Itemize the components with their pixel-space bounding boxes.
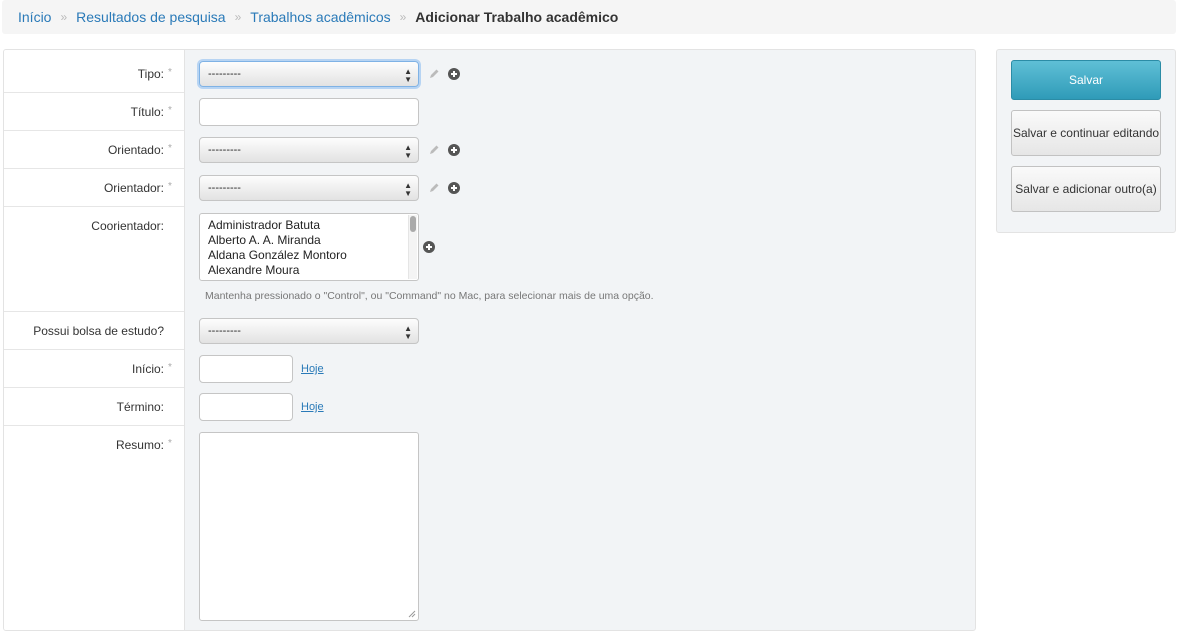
- add-plus-icon[interactable]: [423, 241, 435, 253]
- label-column: [4, 50, 185, 630]
- select-arrows-icon: ▲ ▼: [404, 143, 412, 160]
- required-mark: *: [168, 362, 172, 373]
- row-divider: [4, 206, 184, 207]
- edit-pencil-icon[interactable]: [428, 144, 440, 156]
- orientado-select-value: ---------: [208, 144, 241, 156]
- tipo-select[interactable]: --------- ▲ ▼: [199, 61, 419, 87]
- termino-date-input[interactable]: [199, 393, 293, 421]
- scrollbar-thumb[interactable]: [410, 216, 416, 232]
- required-mark: *: [168, 143, 172, 154]
- termino-today-link[interactable]: Hoje: [301, 401, 324, 413]
- coorientador-option[interactable]: Alexandre Moura: [208, 263, 418, 278]
- breadcrumb-separator: »: [60, 10, 68, 24]
- form-panel: Tipo: * --------- ▲ ▼ Título: * Orientado…: [3, 49, 976, 631]
- breadcrumb-search-results-link[interactable]: Resultados de pesquisa: [76, 9, 225, 25]
- select-arrows-icon: ▲ ▼: [404, 324, 412, 341]
- titulo-input[interactable]: [199, 98, 419, 126]
- row-divider: [4, 311, 184, 312]
- required-mark: *: [168, 67, 172, 78]
- row-divider: [4, 168, 184, 169]
- titulo-label: Título:: [130, 105, 164, 119]
- row-divider: [4, 387, 184, 388]
- row-divider: [4, 130, 184, 131]
- edit-pencil-icon[interactable]: [428, 68, 440, 80]
- orientado-select[interactable]: --------- ▲ ▼: [199, 137, 419, 163]
- coorientador-option[interactable]: Alberto A. A. Miranda: [208, 233, 418, 248]
- inicio-label: Início:: [131, 362, 164, 376]
- edit-pencil-icon[interactable]: [428, 182, 440, 194]
- coorientador-help-text: Mantenha pressionado o "Control", ou "Co…: [205, 290, 654, 302]
- breadcrumb-separator: »: [234, 10, 242, 24]
- resumo-textarea[interactable]: [199, 432, 419, 621]
- select-arrows-icon: ▲ ▼: [404, 67, 412, 84]
- breadcrumb-trabalhos-link[interactable]: Trabalhos acadêmicos: [250, 9, 390, 25]
- required-mark: *: [168, 438, 172, 449]
- bolsa-label: Possui bolsa de estudo?: [33, 324, 164, 338]
- coorientador-multiselect[interactable]: Administrador Batuta Alberto A. A. Miran…: [199, 213, 419, 281]
- orientador-label: Orientador:: [103, 181, 164, 195]
- row-divider: [4, 425, 184, 426]
- save-and-continue-button[interactable]: Salvar e continuar editando: [1011, 110, 1161, 156]
- coorientador-option[interactable]: Administrador Batuta: [208, 218, 418, 233]
- tipo-label: Tipo:: [137, 67, 164, 81]
- add-plus-icon[interactable]: [448, 144, 460, 156]
- bolsa-select-value: ---------: [208, 325, 241, 337]
- add-plus-icon[interactable]: [448, 68, 460, 80]
- submit-panel: Salvar Salvar e continuar editando Salva…: [996, 49, 1176, 233]
- inicio-date-input[interactable]: [199, 355, 293, 383]
- resumo-label: Resumo:: [115, 438, 164, 452]
- orientador-select-value: ---------: [208, 182, 241, 194]
- breadcrumb-home-link[interactable]: Início: [18, 9, 51, 25]
- tipo-select-value: ---------: [208, 68, 241, 80]
- coorientador-option[interactable]: Aldana González Montoro: [208, 248, 418, 263]
- breadcrumb-current: Adicionar Trabalho acadêmico: [415, 9, 619, 25]
- select-arrows-icon: ▲ ▼: [404, 181, 412, 198]
- coorientador-label: Coorientador:: [91, 219, 164, 233]
- row-divider: [4, 349, 184, 350]
- resize-handle-icon[interactable]: [408, 610, 416, 618]
- required-mark: *: [168, 105, 172, 116]
- save-and-add-another-button[interactable]: Salvar e adicionar outro(a): [1011, 166, 1161, 212]
- orientador-select[interactable]: --------- ▲ ▼: [199, 175, 419, 201]
- breadcrumb-separator: »: [399, 10, 407, 24]
- bolsa-select[interactable]: --------- ▲ ▼: [199, 318, 419, 344]
- required-mark: *: [168, 181, 172, 192]
- termino-label: Término:: [116, 400, 164, 414]
- orientado-label: Orientado:: [107, 143, 164, 157]
- row-divider: [4, 92, 184, 93]
- breadcrumb: Início » Resultados de pesquisa » Trabal…: [2, 0, 1176, 34]
- save-button[interactable]: Salvar: [1011, 60, 1161, 100]
- add-plus-icon[interactable]: [448, 182, 460, 194]
- inicio-today-link[interactable]: Hoje: [301, 363, 324, 375]
